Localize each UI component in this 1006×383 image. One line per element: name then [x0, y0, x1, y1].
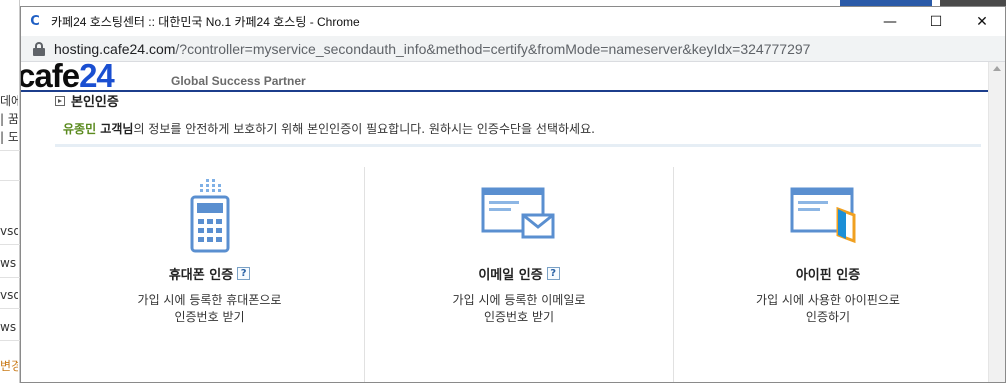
section-title: 본인인증 — [71, 95, 119, 110]
window-title: 카페24 호스팅센터 :: 대한민국 No.1 카페24 호스팅 - Chrom… — [51, 15, 360, 29]
background-text: vsdi — [0, 224, 18, 238]
background-divider — [0, 180, 20, 181]
method-title: 이메일 인증 ? — [365, 264, 673, 283]
background-text: ws — [0, 256, 17, 270]
logo-number: 24 — [79, 57, 115, 94]
background-divider — [0, 277, 20, 278]
auth-methods: 휴대폰 인증 ? 가입 시에 등록한 휴대폰으로 인증번호 받기 이메일 인증 … — [55, 144, 982, 382]
ipin-auth-option[interactable]: 아이핀 인증 가입 시에 사용한 아이핀으로 인증하기 — [673, 167, 982, 382]
mobile-phone-icon — [190, 179, 229, 253]
description-text: 의 정보를 안전하게 보호하기 위해 본인인증이 필요합니다. 원하시는 인증수… — [133, 122, 595, 136]
address-bar[interactable]: hosting.cafe24.com/?controller=myservice… — [21, 36, 1005, 62]
url-text[interactable]: hosting.cafe24.com/?controller=myservice… — [54, 41, 810, 57]
help-icon[interactable]: ? — [546, 267, 560, 280]
cafe24-app-icon: C — [27, 13, 43, 30]
method-title: 아이핀 인증 — [674, 264, 982, 283]
scroll-up-arrow-icon[interactable] — [993, 66, 1001, 71]
method-description: 가입 시에 등록한 휴대폰으로 인증번호 받기 — [55, 292, 364, 326]
email-auth-desc-line2: 인증번호 받기 — [483, 310, 555, 324]
cafe24-logo[interactable]: cafe24 — [20, 57, 115, 94]
phone-auth-desc-line1: 가입 시에 등록한 휴대폰으로 — [137, 293, 282, 307]
ipin-auth-desc-line1: 가입 시에 사용한 아이핀으로 — [756, 293, 900, 307]
background-text: ws — [0, 320, 17, 334]
section-heading: 본인인증 — [55, 91, 119, 110]
background-text: 데에 — [0, 94, 18, 108]
logo-word: cafe — [20, 57, 80, 94]
background-text: 변경 — [0, 359, 18, 373]
ipin-card-icon — [790, 187, 856, 244]
email-envelope-icon — [481, 187, 555, 239]
method-description: 가입 시에 사용한 아이핀으로 인증하기 — [674, 292, 982, 326]
ipin-auth-desc-line2: 인증하기 — [805, 310, 851, 324]
email-auth-title: 이메일 인증 — [478, 268, 543, 283]
phone-auth-title: 휴대폰 인증 — [168, 268, 234, 283]
background-divider — [0, 150, 20, 151]
window-controls: — ☐ ✕ — [867, 7, 1005, 36]
maximize-button[interactable]: ☐ — [913, 7, 959, 36]
background-text: vsdi — [0, 288, 18, 302]
background-divider — [0, 340, 20, 341]
email-auth-desc-line1: 가입 시에 등록한 이메일로 — [452, 293, 586, 307]
site-header: cafe24 Global Success Partner — [21, 58, 1005, 94]
phone-auth-desc-line2: 인증번호 받기 — [174, 310, 245, 324]
customer-honorific: 고객님 — [96, 122, 134, 136]
phone-auth-option[interactable]: 휴대폰 인증 ? 가입 시에 등록한 휴대폰으로 인증번호 받기 — [55, 167, 364, 382]
background-divider — [0, 244, 20, 245]
background-divider — [0, 308, 20, 309]
background-text: | 꿈 — [0, 112, 18, 126]
auth-description: 유종민 고객님의 정보를 안전하게 보호하기 위해 본인인증이 필요합니다. 원… — [63, 120, 595, 137]
url-path: /?controller=myservice_secondauth_info&m… — [175, 40, 811, 57]
url-host: hosting.cafe24.com — [54, 40, 176, 57]
tagline: Global Success Partner — [171, 74, 306, 88]
title-bar[interactable]: C 카페24 호스팅센터 :: 대한민국 No.1 카페24 호스팅 - Chr… — [21, 7, 1005, 36]
ipin-auth-title: 아이핀 인증 — [795, 268, 861, 283]
close-button[interactable]: ✕ — [959, 7, 1005, 36]
help-icon[interactable]: ? — [237, 267, 251, 280]
background-window: 데에 | 꿈 | 도 vsdi ws vsdi ws 변경 — [0, 0, 20, 383]
background-text: | 도 — [0, 130, 18, 144]
bullet-arrow-icon — [55, 95, 65, 106]
page-content: cafe24 Global Success Partner 본인인증 유종민 고… — [21, 58, 1005, 382]
method-description: 가입 시에 등록한 이메일로 인증번호 받기 — [365, 292, 673, 326]
popup-window: C 카페24 호스팅센터 :: 대한민국 No.1 카페24 호스팅 - Chr… — [20, 6, 1006, 383]
lock-icon[interactable] — [33, 41, 45, 56]
method-title: 휴대폰 인증 ? — [55, 264, 364, 283]
vertical-scrollbar[interactable] — [988, 62, 1005, 382]
minimize-button[interactable]: — — [867, 7, 913, 36]
email-auth-option[interactable]: 이메일 인증 ? 가입 시에 등록한 이메일로 인증번호 받기 — [364, 167, 673, 382]
customer-name: 유종민 — [63, 122, 97, 136]
